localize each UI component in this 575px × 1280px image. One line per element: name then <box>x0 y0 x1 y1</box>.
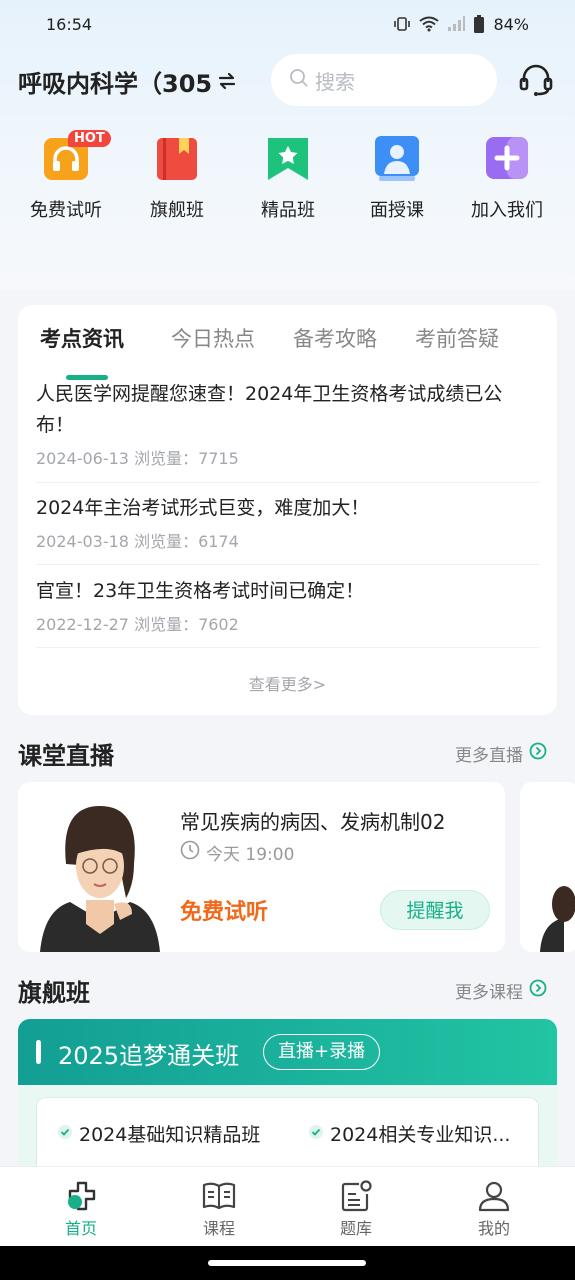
teacher-avatar <box>36 804 164 952</box>
battery-percent: 84% <box>493 14 529 34</box>
nav-label: 首页 <box>64 1219 97 1238</box>
home-icon <box>31 1179 131 1213</box>
course-item[interactable]: 2024相关专业知识... <box>308 1120 510 1147</box>
news-title: 2024年主治考试形式巨变，难度加大！ <box>36 497 370 519</box>
customer-service-icon[interactable] <box>518 62 554 102</box>
tab-exam-news[interactable]: 考点资讯 <box>40 323 124 353</box>
home-gesture-pill[interactable] <box>208 1260 366 1266</box>
arrow-circle-icon <box>529 742 547 765</box>
course-item[interactable]: 2024基础知识精品班 <box>57 1120 260 1147</box>
nav-question-bank[interactable]: 题库 <box>306 1179 406 1239</box>
status-icons: 84% <box>393 15 529 34</box>
tab-today-hot[interactable]: 今日热点 <box>171 323 255 353</box>
quick-nav-label: 加入我们 <box>471 200 543 221</box>
signal-icon <box>447 16 466 32</box>
book-bookmark-icon <box>153 134 201 182</box>
news-meta: 2024-06-13 浏览量：7715 <box>36 449 239 468</box>
live-card-next[interactable] <box>520 782 575 952</box>
live-section-title: 课堂直播 <box>18 742 114 770</box>
swap-icon <box>218 68 236 96</box>
nav-profile[interactable]: 我的 <box>444 1179 544 1239</box>
nav-label: 题库 <box>339 1219 372 1238</box>
nav-label: 课程 <box>202 1219 235 1238</box>
vibrate-icon <box>393 16 411 32</box>
quick-nav-premium[interactable]: 精品班 <box>233 130 343 222</box>
flagship-tag: 直播+录播 <box>263 1034 381 1070</box>
teacher-icon <box>373 134 421 182</box>
nav-label: 我的 <box>477 1219 510 1238</box>
search-input[interactable]: 搜索 <box>271 54 497 106</box>
quick-nav-join-us[interactable]: 加入我们 <box>452 130 562 222</box>
course-name: 2024基础知识精品班 <box>79 1124 261 1146</box>
status-time: 16:54 <box>46 14 93 34</box>
system-nav-bar <box>0 1246 575 1280</box>
subject-name: 呼吸内科学（305 <box>18 70 213 98</box>
bottom-nav: 首页 课程 题库 我的 <box>0 1166 575 1246</box>
quick-nav: HOT 免费试听 旗舰班 精品班 面授课 加入我们 <box>0 130 575 230</box>
more-live-link[interactable]: 更多直播 <box>455 741 547 766</box>
arrow-circle-icon <box>529 979 547 1002</box>
flagship-card-header: 2025追梦通关班 直播+录播 <box>18 1019 557 1085</box>
quick-nav-label: 精品班 <box>261 200 315 221</box>
more-live-label: 更多直播 <box>455 746 523 766</box>
quick-nav-in-person[interactable]: 面授课 <box>342 130 452 222</box>
flagship-title: 2025追梦通关班 <box>58 1042 240 1070</box>
free-trial-label: 免费试听 <box>180 900 269 925</box>
live-time: 今天 19:00 <box>206 845 295 865</box>
remind-me-button[interactable]: 提醒我 <box>380 890 490 930</box>
news-item[interactable]: 2024年主治考试形式巨变，难度加大！ 2024-03-18 浏览量：6174 <box>36 493 539 565</box>
question-bank-icon <box>306 1179 406 1213</box>
flagship-section-title: 旗舰班 <box>18 979 90 1007</box>
live-time-row: 今天 19:00 <box>180 840 294 865</box>
news-meta: 2024-03-18 浏览量：6174 <box>36 532 239 551</box>
tab-pre-exam-qa[interactable]: 考前答疑 <box>415 323 499 353</box>
check-icon <box>308 1123 324 1145</box>
more-courses-label: 更多课程 <box>455 983 523 1003</box>
course-name: 2024相关专业知识... <box>330 1124 511 1146</box>
status-bar: 16:54 84% <box>0 0 575 48</box>
search-placeholder: 搜索 <box>315 69 355 94</box>
battery-icon <box>473 15 485 33</box>
quick-nav-label: 免费试听 <box>30 200 102 221</box>
news-card: 考点资讯 今日热点 备考攻略 考前答疑 人民医学网提醒您速查！2024年卫生资格… <box>18 305 557 715</box>
title-accent-bar <box>36 1040 41 1064</box>
hot-badge: HOT <box>68 130 111 147</box>
subject-switcher[interactable]: 呼吸内科学（305 <box>18 64 236 99</box>
clock-icon <box>180 840 200 865</box>
search-icon <box>289 68 315 93</box>
quick-nav-label: 面授课 <box>370 200 424 221</box>
live-title: 常见疾病的病因、发病机制02 <box>180 810 446 834</box>
news-item[interactable]: 官宣！23年卫生资格考试时间已确定！ 2022-12-27 浏览量：7602 <box>36 576 539 648</box>
nav-home[interactable]: 首页 <box>31 1179 131 1239</box>
flagship-card[interactable]: 2025追梦通关班 直播+录播 2024基础知识精品班 2024相关专业知识..… <box>18 1019 557 1179</box>
quick-nav-free-trial[interactable]: HOT 免费试听 <box>11 130 121 222</box>
see-more-link[interactable]: 查看更多> <box>18 671 557 695</box>
wifi-icon <box>419 16 440 32</box>
news-title: 官宣！23年卫生资格考试时间已确定！ <box>36 580 365 602</box>
news-title: 人民医学网提醒您速查！2024年卫生资格考试成绩已公布！ <box>36 383 503 436</box>
headphones-icon: HOT <box>42 130 111 182</box>
course-book-icon <box>169 1179 269 1213</box>
star-bookmark-icon <box>264 134 312 182</box>
quick-nav-flagship[interactable]: 旗舰班 <box>122 130 232 222</box>
nav-courses[interactable]: 课程 <box>169 1179 269 1239</box>
news-tabs: 考点资讯 今日热点 备考攻略 考前答疑 <box>18 323 557 380</box>
more-courses-link[interactable]: 更多课程 <box>455 978 547 1003</box>
quick-nav-label: 旗舰班 <box>150 200 204 221</box>
profile-icon <box>444 1179 544 1213</box>
news-item[interactable]: 人民医学网提醒您速查！2024年卫生资格考试成绩已公布！ 2024-06-13 … <box>36 379 539 483</box>
join-plus-icon <box>483 134 531 182</box>
top-header: 呼吸内科学（305 搜索 <box>0 52 575 108</box>
tab-prep-guide[interactable]: 备考攻略 <box>293 323 377 353</box>
live-card[interactable]: 常见疾病的病因、发病机制02 今天 19:00 免费试听 提醒我 <box>18 782 505 952</box>
news-meta: 2022-12-27 浏览量：7602 <box>36 615 239 634</box>
check-icon <box>57 1123 73 1145</box>
